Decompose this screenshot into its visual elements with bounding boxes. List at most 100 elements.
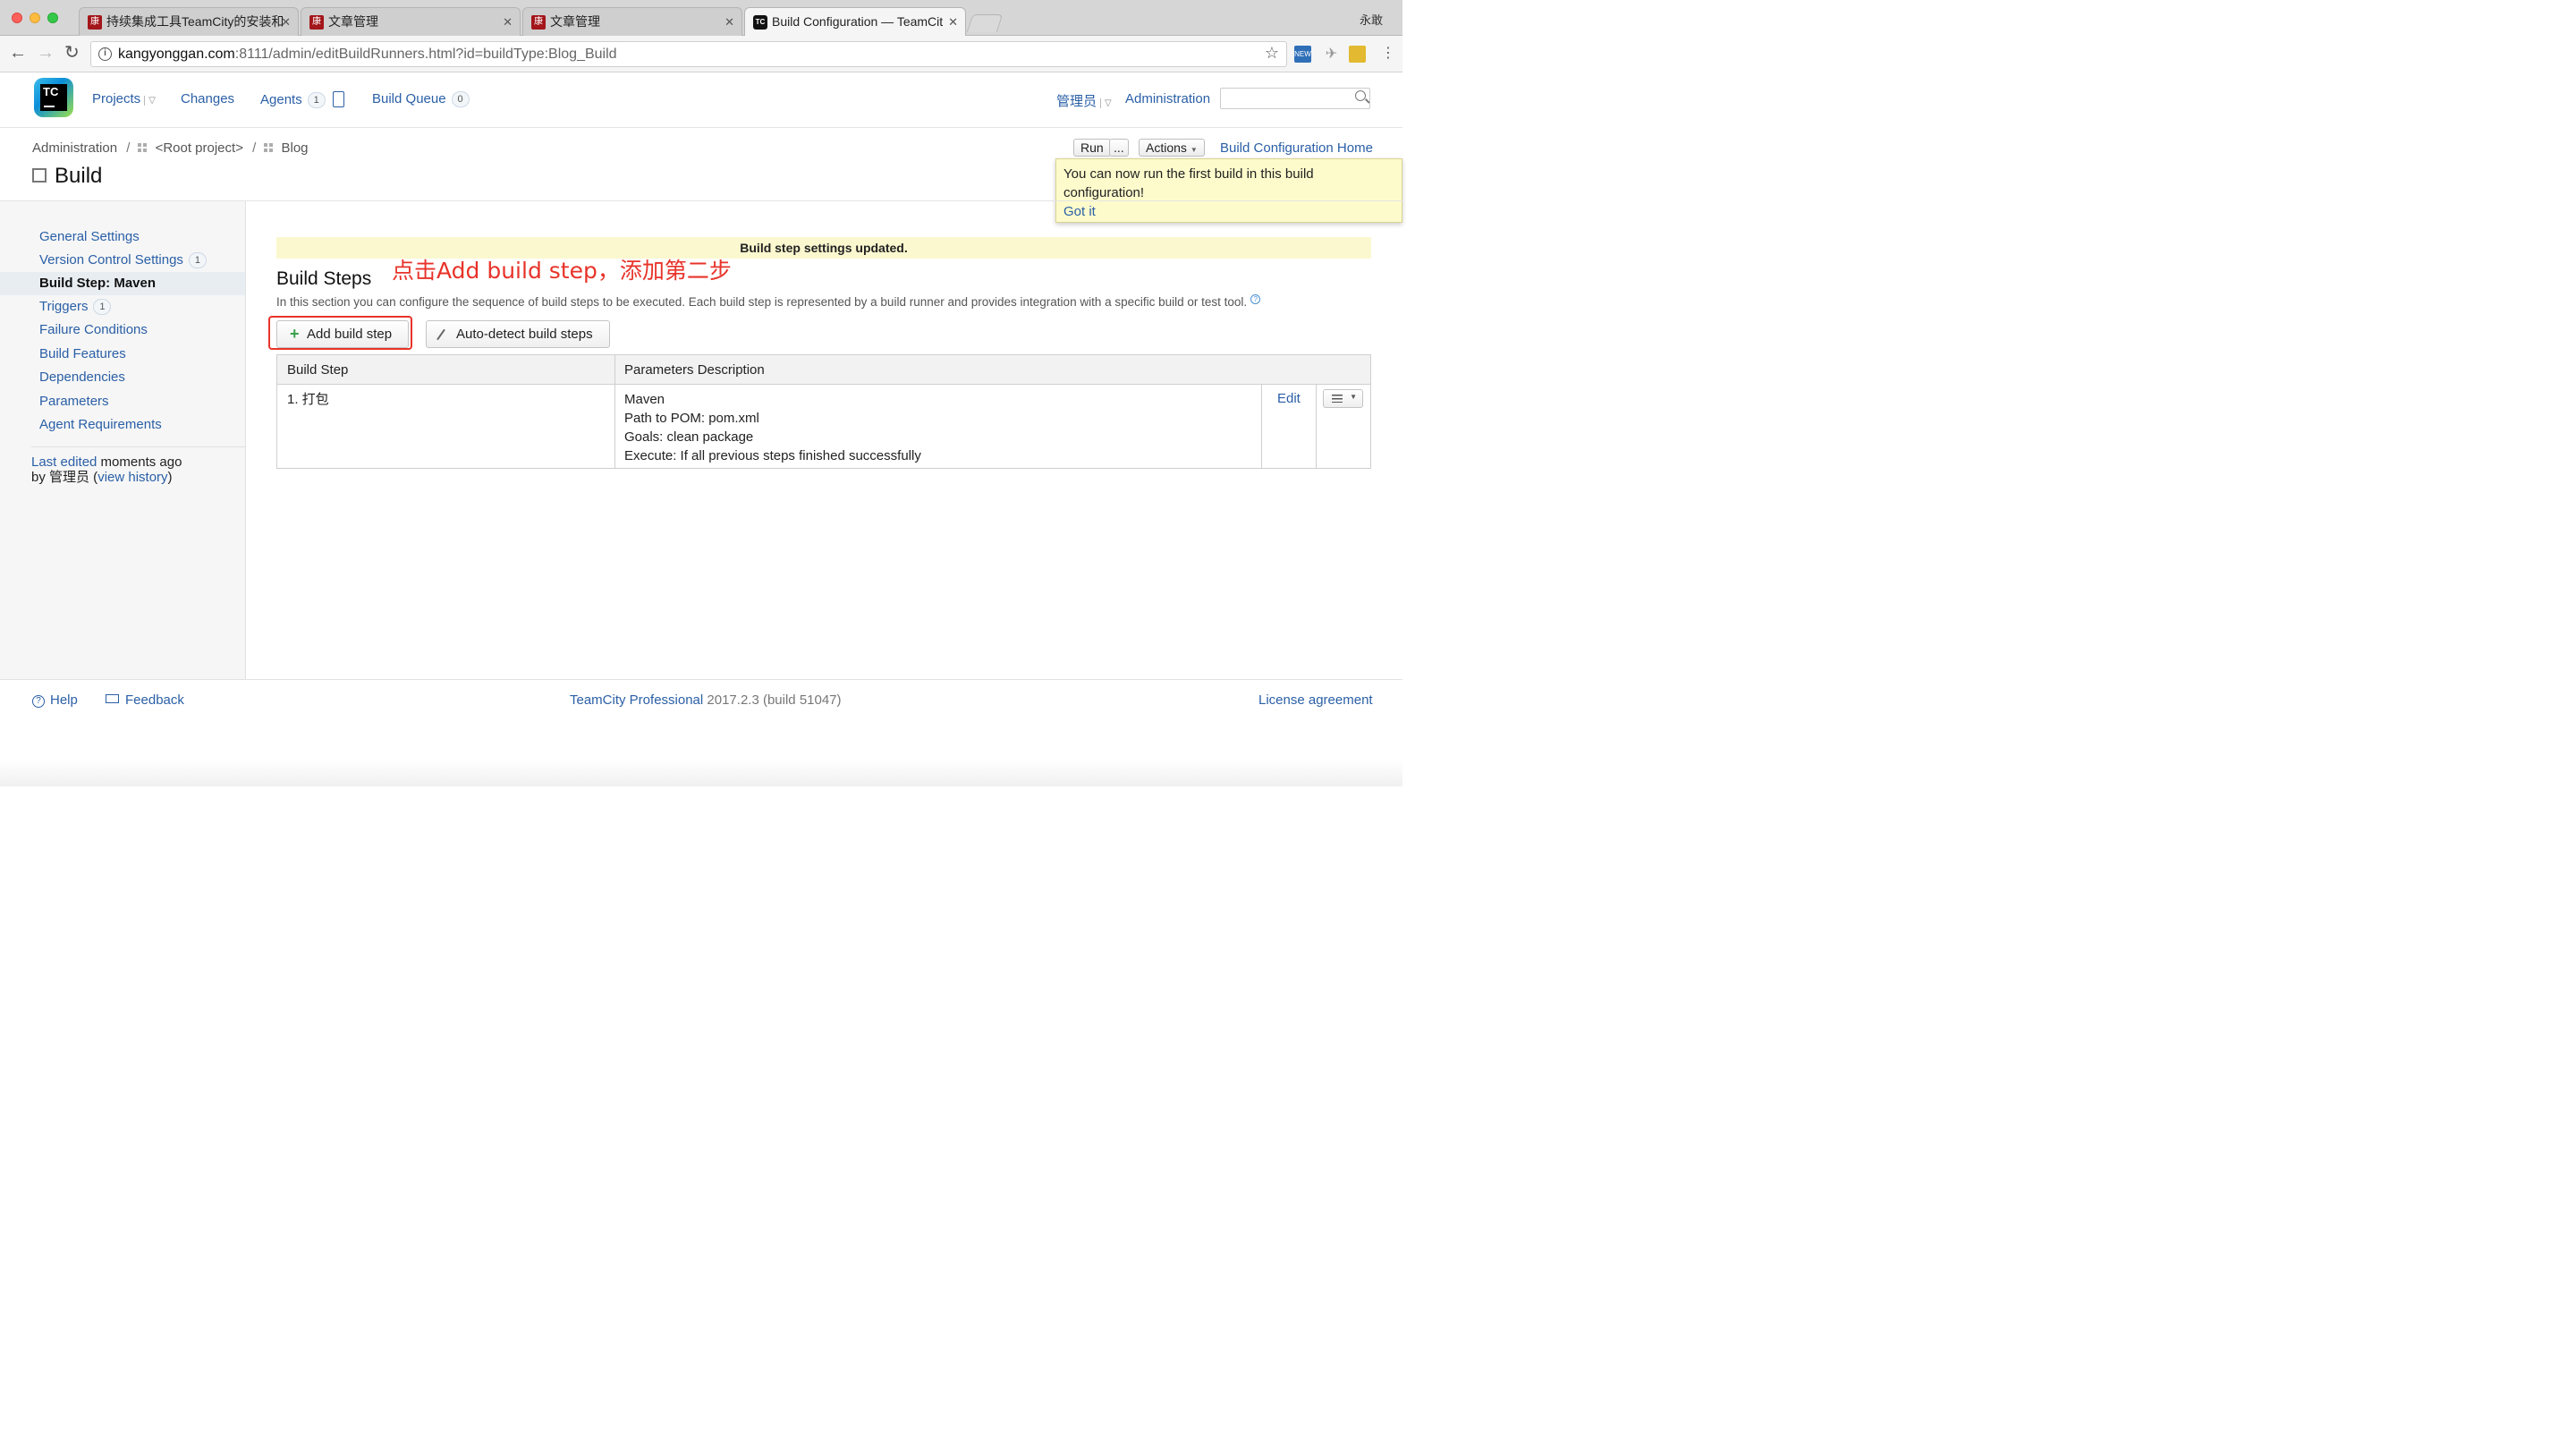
chevron-down-icon[interactable]: ▽ [144,96,156,106]
extension-tag-icon[interactable] [1349,46,1366,63]
actions-button[interactable]: Actions ▼ [1139,139,1205,157]
browser-tab[interactable]: 康 文章管理 ✕ [301,7,521,36]
project-icon [138,143,148,152]
address-bar[interactable]: i kangyonggan.com:8111/admin/editBuildRu… [90,41,1287,67]
extension-new-icon[interactable]: NEW [1294,46,1311,63]
browser-tab-active[interactable]: TC Build Configuration — TeamCit ✕ [744,7,966,37]
nav-projects[interactable]: Projects ▽ [92,91,156,106]
build-config-icon [32,168,47,183]
run-button[interactable]: Run [1073,139,1111,157]
auto-detect-build-steps-button[interactable]: Auto-detect build steps [426,320,610,348]
tab-close-icon[interactable]: ✕ [724,8,734,36]
tab-close-icon[interactable]: ✕ [948,8,958,36]
build-steps-heading: Build Steps [276,268,372,289]
last-edited-link[interactable]: Last edited [31,454,97,470]
sidebar-item-dependencies[interactable]: Dependencies [0,366,245,389]
bookmark-star-icon[interactable]: ☆ [1265,44,1279,63]
teamcity-favicon-icon: TC [753,15,767,30]
tooltip-text: You can now run the first build in this … [1063,166,1314,200]
browser-toolbar: ← → ↻ i kangyonggan.com:8111/admin/editB… [0,36,1402,72]
tab-title: 文章管理 [550,14,600,29]
site-favicon-icon: 康 [88,15,102,30]
build-steps-description: In this section you can configure the se… [276,294,1261,309]
zoom-window-button[interactable] [47,13,58,23]
reload-icon[interactable]: ↻ [64,44,80,62]
parameter-pom: Path to POM: pom.xml [624,411,759,426]
browser-tab[interactable]: 康 文章管理 ✕ [522,7,742,36]
product-version: TeamCity Professional 2017.2.3 (build 51… [570,692,842,708]
annotation-highlight-box [268,316,412,350]
nav-administration[interactable]: Administration [1125,91,1210,106]
help-icon[interactable]: ? [1250,294,1261,304]
breadcrumb-blog[interactable]: Blog [281,140,308,156]
breadcrumb-administration[interactable]: Administration [32,140,117,156]
main-content: Build step settings updated. Build Steps… [247,201,1402,679]
sidebar-item-version-control[interactable]: Version Control Settings 1 [0,249,245,272]
tab-close-icon[interactable]: ✕ [281,8,291,36]
teamcity-logo[interactable]: TC [34,78,73,117]
extension-plane-icon[interactable]: ✈ [1323,46,1340,63]
site-info-icon[interactable]: i [98,47,112,61]
vcs-count-badge: 1 [188,252,207,268]
tab-title: 文章管理 [328,14,378,29]
agents-count-badge: 1 [307,92,326,108]
edit-step-link[interactable]: Edit [1277,391,1301,406]
close-window-button[interactable] [12,13,22,23]
chevron-down-icon: ▼ [1350,393,1357,401]
browser-menu-icon[interactable]: ⋮ [1381,45,1395,63]
url-text[interactable]: kangyonggan.com:8111/admin/editBuildRunn… [118,47,617,63]
build-configuration-home-link[interactable]: Build Configuration Home [1220,140,1373,156]
new-tab-button[interactable] [966,14,1004,32]
minimize-window-button[interactable] [30,13,40,23]
browser-tab[interactable]: 康 持续集成工具TeamCity的安装和 ✕ [79,7,299,36]
column-header-build-step: Build Step [277,355,614,385]
sidebar-item-failure-conditions[interactable]: Failure Conditions [0,319,245,342]
search-input[interactable] [1220,88,1370,109]
back-arrow-icon[interactable]: ← [9,44,27,62]
teamcity-header: TC Projects ▽ Changes Agents 1 Build Queue… [0,72,1402,128]
agent-icon [332,91,344,107]
browser-profile-name[interactable]: 永敢 [1360,11,1383,28]
license-agreement-link[interactable]: License agreement [1258,692,1373,708]
site-favicon-icon: 康 [531,15,546,30]
run-options-button[interactable]: ... [1109,139,1129,157]
chevron-down-icon: ▼ [1190,146,1198,154]
search-icon[interactable] [1355,90,1366,101]
parameter-runner: Maven [624,392,665,407]
parameter-goals: Goals: clean package [624,429,754,445]
queue-count-badge: 0 [451,91,470,107]
view-history-link[interactable]: view history [97,470,167,485]
help-link[interactable]: ? Help [32,692,78,708]
tab-close-icon[interactable]: ✕ [503,8,513,36]
forward-arrow-icon[interactable]: → [37,44,55,62]
user-menu[interactable]: 管理员 ▽ [1056,91,1112,110]
nav-changes[interactable]: Changes [181,91,234,106]
tab-title: 持续集成工具TeamCity的安装和 [106,14,284,29]
annotation-text: 点击Add build step，添加第二步 [392,258,732,284]
tab-title: Build Configuration — TeamCit [772,14,944,29]
parameter-execute: Execute: If all previous steps finished … [624,448,921,463]
breadcrumb: Administration / <Root project> / Blog [32,140,309,156]
sidebar-item-build-features[interactable]: Build Features [0,343,245,366]
chevron-down-icon[interactable]: ▽ [1100,98,1112,108]
page-title: Build [32,164,102,189]
sidebar-item-agent-requirements[interactable]: Agent Requirements [0,413,245,437]
column-header-parameters: Parameters Description [614,355,1370,385]
last-edited-info: Last edited moments ago by 管理员 (view his… [31,454,182,485]
nav-agents[interactable]: Agents 1 [260,91,344,108]
site-favicon-icon: 康 [309,15,324,30]
build-step-name[interactable]: 1. 打包 [287,390,329,409]
breadcrumb-root-project[interactable]: <Root project> [156,140,243,156]
magic-wand-icon [436,328,445,341]
feedback-link[interactable]: Feedback [106,692,184,708]
nav-build-queue[interactable]: Build Queue 0 [372,91,470,107]
sidebar-item-parameters[interactable]: Parameters [0,390,245,413]
sidebar-item-build-step[interactable]: Build Step: Maven [0,272,245,295]
sidebar-item-triggers[interactable]: Triggers 1 [0,295,245,319]
product-link[interactable]: TeamCity Professional [570,692,703,708]
sidebar-item-general-settings[interactable]: General Settings [0,225,245,249]
browser-tab-bar: 康 持续集成工具TeamCity的安装和 ✕ 康 文章管理 ✕ 康 文章管理 ✕… [0,0,1402,37]
step-options-menu-button[interactable]: ▼ [1323,389,1363,408]
list-icon [1332,395,1343,403]
triggers-count-badge: 1 [93,299,112,315]
